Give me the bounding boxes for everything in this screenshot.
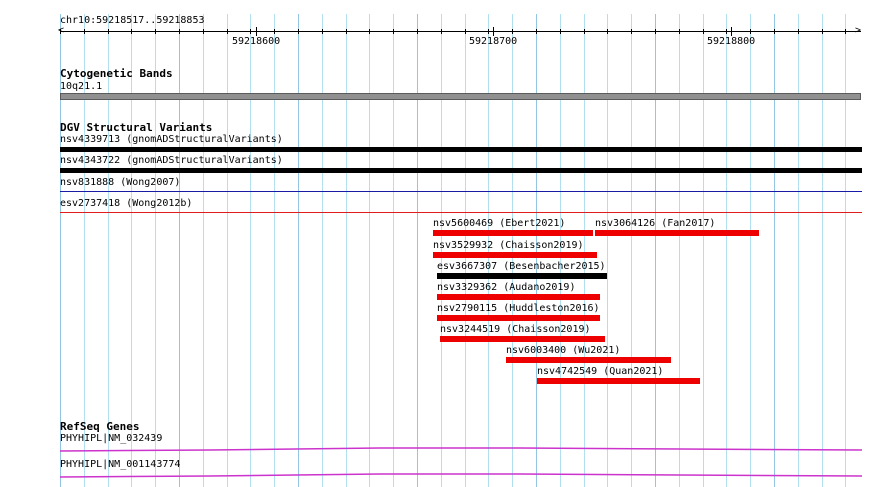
- ruler-minor-tick: [322, 29, 323, 34]
- variant-label-nsv3064126: nsv3064126 (Fan2017): [595, 218, 716, 229]
- ruler-minor-tick: [60, 29, 61, 34]
- ruler-minor-tick: [179, 29, 180, 34]
- ruler-minor-tick: [726, 29, 727, 34]
- variant-label-esv3667307: esv3667307 (Besenbacher2015): [437, 261, 606, 272]
- ruler-minor-tick: [584, 29, 585, 34]
- ruler-major-tick: [731, 27, 732, 36]
- variant-label-nsv831888: nsv831888 (Wong2007): [60, 177, 181, 188]
- ruler-minor-tick: [488, 29, 489, 34]
- variant-bar-nsv4343722[interactable]: [60, 168, 862, 173]
- variant-bar-esv3667307[interactable]: [437, 273, 607, 279]
- variant-bar-nsv3529932[interactable]: [433, 252, 597, 258]
- variant-label-nsv4742549: nsv4742549 (Quan2021): [537, 366, 664, 377]
- variant-label-esv2737418: esv2737418 (Wong2012b): [60, 198, 193, 209]
- variant-bar-nsv4742549[interactable]: [537, 378, 700, 384]
- gene-line-nm-032439[interactable]: [0, 442, 890, 454]
- variant-bar-nsv5600469[interactable]: [433, 230, 593, 236]
- variant-label-nsv3529932: nsv3529932 (Chaisson2019): [433, 240, 584, 251]
- cytoband-bar[interactable]: [60, 93, 861, 100]
- variant-bar-nsv3064126[interactable]: [595, 230, 759, 236]
- variant-label-nsv4343722: nsv4343722 (gnomADStructuralVariants): [60, 155, 283, 166]
- ruler-minor-tick: [798, 29, 799, 34]
- ruler-minor-tick: [250, 29, 251, 34]
- variant-bar-nsv6003400[interactable]: [506, 357, 671, 363]
- variant-label-nsv3244519: nsv3244519 (Chaisson2019): [440, 324, 591, 335]
- variant-bar-nsv3244519[interactable]: [440, 336, 605, 342]
- ruler-minor-tick: [417, 29, 418, 34]
- ruler-minor-tick: [441, 29, 442, 34]
- variant-label-nsv2790115: nsv2790115 (Huddleston2016): [437, 303, 600, 314]
- ruler-minor-tick: [512, 29, 513, 34]
- ruler-minor-tick: [845, 29, 846, 34]
- ruler-minor-tick: [298, 29, 299, 34]
- track-title-refseq-genes[interactable]: RefSeq Genes: [60, 421, 139, 433]
- variant-bar-esv2737418[interactable]: [60, 212, 862, 213]
- ruler-minor-tick: [631, 29, 632, 34]
- variant-bar-nsv3329362[interactable]: [437, 294, 600, 300]
- ruler-minor-tick: [131, 29, 132, 34]
- ruler-minor-tick: [227, 29, 228, 34]
- track-title-dgv-structural-variants[interactable]: DGV Structural Variants: [60, 122, 212, 134]
- ruler-major-tick: [256, 27, 257, 36]
- ruler-label-1: 59218600: [232, 36, 281, 47]
- variant-bar-nsv2790115[interactable]: [437, 315, 600, 321]
- ruler-minor-tick: [774, 29, 775, 34]
- ruler-minor-tick: [655, 29, 656, 34]
- ruler-minor-tick: [750, 29, 751, 34]
- ruler-minor-tick: [560, 29, 561, 34]
- ruler-minor-tick: [346, 29, 347, 34]
- ruler-minor-tick: [274, 29, 275, 34]
- variant-label-nsv5600469: nsv5600469 (Ebert2021): [433, 218, 566, 229]
- variant-label-nsv4339713: nsv4339713 (gnomADStructuralVariants): [60, 134, 283, 145]
- cytoband-label: 10q21.1: [60, 81, 103, 92]
- ruler-major-tick: [493, 27, 494, 36]
- variant-bar-nsv4339713[interactable]: [60, 147, 862, 152]
- ruler-minor-tick: [393, 29, 394, 34]
- gene-line-nm-001143774[interactable]: [0, 468, 890, 480]
- ruler-minor-tick: [155, 29, 156, 34]
- ruler-minor-tick: [703, 29, 704, 34]
- ruler-minor-tick: [203, 29, 204, 34]
- ruler-minor-tick: [465, 29, 466, 34]
- ruler-label-3: 59218800: [707, 36, 756, 47]
- ruler-minor-tick: [822, 29, 823, 34]
- ruler-minor-tick: [679, 29, 680, 34]
- ruler-minor-tick: [84, 29, 85, 34]
- variant-label-nsv6003400: nsv6003400 (Wu2021): [506, 345, 621, 356]
- ruler-minor-tick: [536, 29, 537, 34]
- ruler-minor-tick: [369, 29, 370, 34]
- ruler-minor-tick: [607, 29, 608, 34]
- genome-browser-view: chr10:59218517..59218853 < > 59218600 59…: [0, 0, 890, 487]
- variant-bar-nsv831888[interactable]: [60, 191, 862, 192]
- ruler-label-2: 59218700: [469, 36, 518, 47]
- track-title-cytogenetic-bands[interactable]: Cytogenetic Bands: [60, 68, 173, 80]
- variant-label-nsv3329362: nsv3329362 (Audano2019): [437, 282, 576, 293]
- ruler-minor-tick: [108, 29, 109, 34]
